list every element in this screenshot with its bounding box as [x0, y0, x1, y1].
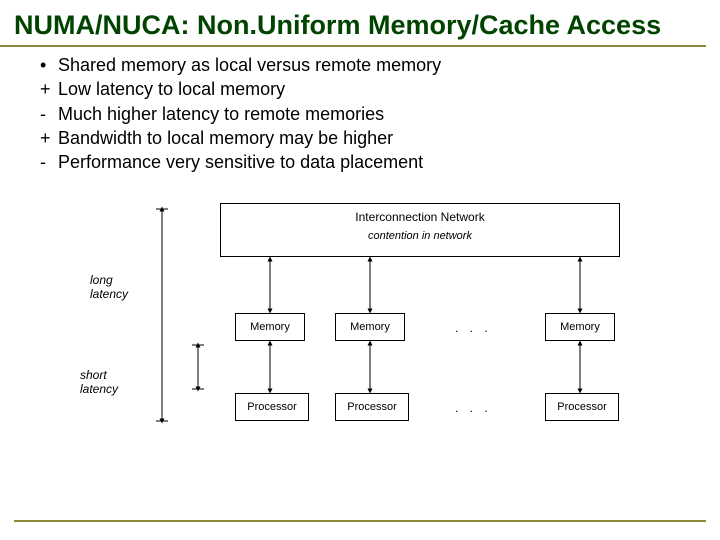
- numa-diagram: Interconnection Network contention in ne…: [90, 193, 630, 443]
- bullet-list: • Shared memory as local versus remote m…: [0, 53, 720, 174]
- short-latency-label: short latency: [80, 368, 140, 397]
- list-item: - Much higher latency to remote memories: [40, 102, 680, 126]
- footer-underline: [14, 520, 706, 522]
- network-subtitle: contention in network: [221, 230, 619, 242]
- bullet-mark: -: [40, 102, 58, 126]
- bullet-text: Much higher latency to remote memories: [58, 102, 384, 126]
- ellipsis-icon: . . .: [455, 321, 492, 335]
- slide-title: NUMA/NUCA: Non.Uniform Memory/Cache Acce…: [0, 0, 720, 45]
- bullet-mark: •: [40, 53, 58, 77]
- memory-box: Memory: [335, 313, 405, 341]
- bullet-mark: -: [40, 150, 58, 174]
- memory-box: Memory: [235, 313, 305, 341]
- interconnection-network-box: Interconnection Network contention in ne…: [220, 203, 620, 257]
- bullet-text: Low latency to local memory: [58, 77, 285, 101]
- title-underline: [0, 45, 706, 47]
- bullet-text: Bandwidth to local memory may be higher: [58, 126, 393, 150]
- list-item: + Low latency to local memory: [40, 77, 680, 101]
- list-item: + Bandwidth to local memory may be highe…: [40, 126, 680, 150]
- bullet-text: Performance very sensitive to data place…: [58, 150, 423, 174]
- processor-box: Processor: [235, 393, 309, 421]
- bullet-mark: +: [40, 126, 58, 150]
- network-title: Interconnection Network: [221, 210, 619, 224]
- processor-box: Processor: [545, 393, 619, 421]
- ellipsis-icon: . . .: [455, 401, 492, 415]
- memory-box: Memory: [545, 313, 615, 341]
- bullet-text: Shared memory as local versus remote mem…: [58, 53, 441, 77]
- list-item: - Performance very sensitive to data pla…: [40, 150, 680, 174]
- list-item: • Shared memory as local versus remote m…: [40, 53, 680, 77]
- processor-box: Processor: [335, 393, 409, 421]
- long-latency-label: long latency: [90, 273, 150, 302]
- bullet-mark: +: [40, 77, 58, 101]
